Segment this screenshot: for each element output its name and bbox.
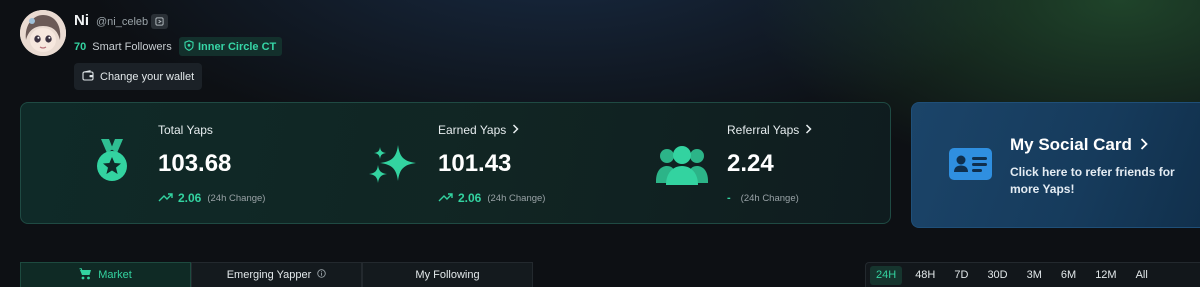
earned-yaps-delta: 2.06 <box>458 191 482 205</box>
social-card-description: Click here to refer friends for more Yap… <box>1010 165 1175 196</box>
social-card-title: My Social Card <box>1010 135 1148 155</box>
trend-up-icon <box>438 192 454 205</box>
tab-my-following[interactable]: My Following <box>362 262 533 287</box>
smart-followers-label: Smart Followers <box>92 41 172 53</box>
leaderboard-tabs: Market Emerging Yapper My Following <box>20 262 533 287</box>
earned-yaps-label: Earned Yaps <box>438 123 507 137</box>
inner-circle-badge[interactable]: Inner Circle CT <box>179 37 283 56</box>
profile-handle: @ni_celeb <box>96 16 149 28</box>
earned-yaps-value: 101.43 <box>438 150 512 177</box>
info-icon[interactable] <box>317 269 327 281</box>
copy-handle-button[interactable] <box>151 14 168 29</box>
range-all[interactable]: All <box>1130 266 1154 285</box>
social-card-title-text: My Social Card <box>1010 135 1132 154</box>
referral-yaps-change-note: (24h Change) <box>740 192 799 204</box>
medal-icon <box>95 139 129 190</box>
social-card-button[interactable]: My Social Card Click here to refer frien… <box>911 102 1200 228</box>
users-icon <box>656 145 708 190</box>
smart-followers: 70 Smart Followers <box>74 41 172 53</box>
referral-yaps-change: - (24h Change) <box>727 192 799 204</box>
earned-yaps-change-note: (24h Change) <box>487 192 546 204</box>
total-yaps-change-note: (24h Change) <box>207 192 266 204</box>
smart-followers-count: 70 <box>74 41 87 53</box>
change-wallet-button[interactable]: Change your wallet <box>74 63 202 90</box>
earned-yaps-link[interactable]: Earned Yaps <box>438 123 519 137</box>
tab-emerging-yapper-label: Emerging Yapper <box>226 269 312 281</box>
range-3m[interactable]: 3M <box>1021 266 1048 285</box>
yaps-summary-panel: Total Yaps 103.68 2.06 (24h Change) Earn… <box>20 102 891 224</box>
earned-yaps-change: 2.06 (24h Change) <box>438 191 545 205</box>
chevron-right-icon <box>512 123 519 137</box>
range-12m[interactable]: 12M <box>1089 266 1122 285</box>
profile-name: Ni <box>74 12 89 29</box>
tab-my-following-label: My Following <box>415 269 480 281</box>
shield-icon <box>184 39 194 54</box>
time-range-selector: 24H 48H 7D 30D 3M 6M 12M All <box>865 262 1200 287</box>
chevron-right-icon <box>805 123 812 137</box>
trend-up-icon <box>158 192 174 205</box>
referral-yaps-link[interactable]: Referral Yaps <box>727 123 812 137</box>
sparkles-icon <box>368 143 418 190</box>
referral-yaps-value: 2.24 <box>727 150 774 177</box>
range-6m[interactable]: 6M <box>1055 266 1082 285</box>
chevron-right-icon <box>1140 135 1148 155</box>
total-yaps-label: Total Yaps <box>158 123 213 137</box>
total-yaps-change: 2.06 (24h Change) <box>158 191 265 205</box>
referral-yaps-delta: - <box>727 192 731 204</box>
market-icon <box>79 267 92 283</box>
tab-market-label: Market <box>98 269 132 281</box>
copy-icon <box>155 13 164 31</box>
total-yaps-value: 103.68 <box>158 150 232 177</box>
total-yaps-delta: 2.06 <box>178 191 202 205</box>
range-48h[interactable]: 48H <box>909 266 941 285</box>
tab-market[interactable]: Market <box>20 262 191 287</box>
range-24h[interactable]: 24H <box>870 265 903 285</box>
wallet-icon <box>82 69 94 84</box>
range-30d[interactable]: 30D <box>981 266 1013 285</box>
tab-emerging-yapper[interactable]: Emerging Yapper <box>191 262 362 287</box>
id-card-icon <box>949 148 992 185</box>
change-wallet-label: Change your wallet <box>100 70 195 83</box>
referral-yaps-label: Referral Yaps <box>727 123 800 137</box>
inner-circle-label: Inner Circle CT <box>198 40 277 53</box>
total-yaps-title: Total Yaps <box>158 123 213 137</box>
avatar[interactable] <box>20 10 66 56</box>
range-7d[interactable]: 7D <box>948 266 974 285</box>
